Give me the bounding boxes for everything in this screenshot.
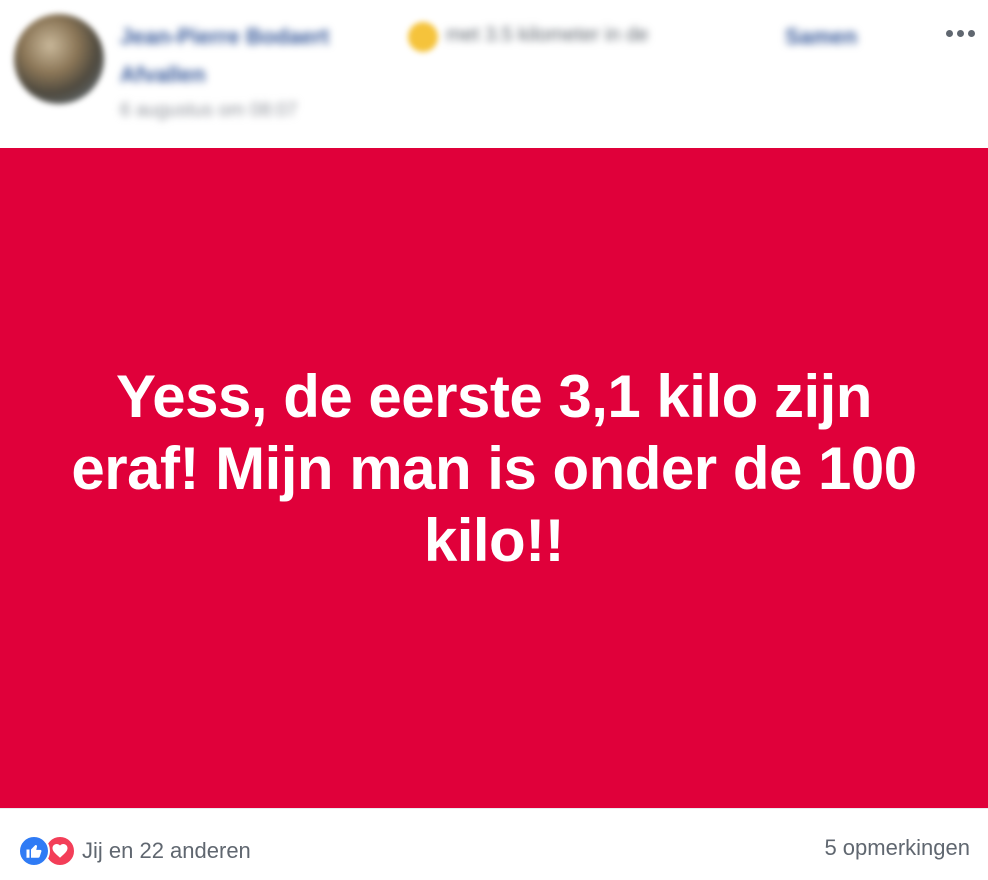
post-content: Yess, de eerste 3,1 kilo zijn eraf! Mijn… <box>0 148 988 808</box>
group-name[interactable]: Samen <box>785 24 857 50</box>
author-action: met 3.5 kilometer in de <box>446 24 649 46</box>
emoji-icon <box>408 22 438 52</box>
author-name[interactable]: Jean-Pierre Bodaert <box>120 24 329 50</box>
like-icon <box>18 835 50 867</box>
post-timestamp[interactable]: 6 augustus om 08:07 <box>120 100 297 122</box>
reactions-summary[interactable]: Jij en 22 anderen <box>18 835 251 867</box>
comments-count[interactable]: 5 opmerkingen <box>824 835 970 861</box>
group-name-continued[interactable]: Afvallen <box>120 62 206 88</box>
more-dot-icon <box>956 29 964 37</box>
avatar[interactable] <box>14 14 104 104</box>
more-dot-icon <box>945 29 953 37</box>
more-options-button[interactable] <box>938 20 982 46</box>
post-footer: Jij en 22 anderen 5 opmerkingen <box>0 808 988 880</box>
more-dot-icon <box>967 29 975 37</box>
post-text: Yess, de eerste 3,1 kilo zijn eraf! Mijn… <box>71 363 917 574</box>
reactions-count[interactable]: Jij en 22 anderen <box>82 838 251 864</box>
post-header: Jean-Pierre Bodaert met 3.5 kilometer in… <box>0 0 988 148</box>
